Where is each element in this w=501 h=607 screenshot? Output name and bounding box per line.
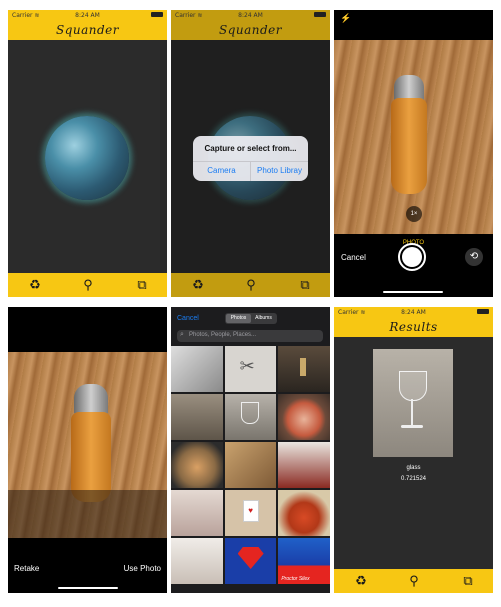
camera-viewfinder	[334, 40, 493, 234]
segment-albums[interactable]: Albums	[251, 314, 276, 323]
photo-thumb[interactable]	[171, 442, 223, 488]
photo-thumb[interactable]: ✂	[224, 346, 277, 392]
recycle-icon[interactable]: ♻	[188, 277, 208, 293]
app-title: Squander	[55, 23, 120, 37]
segmented-control: Photos Albums	[225, 313, 277, 324]
photo-grid: ✂ ♥ Proctor Silex	[171, 346, 330, 584]
result-photo	[373, 349, 453, 457]
screen-source-alert: Carrier ≋ 8:24 AM Squander Capture or se…	[171, 10, 330, 297]
switch-camera-icon[interactable]: ⟲	[465, 248, 483, 266]
photo-thumb[interactable]	[278, 394, 330, 440]
search-tab-icon[interactable]: ⚲	[404, 573, 424, 589]
result-label: glass	[406, 465, 421, 471]
photo-thumb[interactable]	[171, 490, 223, 536]
status-time: 8:24 AM	[401, 309, 426, 316]
use-photo-button[interactable]: Use Photo	[124, 564, 161, 573]
battery-icon	[151, 12, 163, 17]
status-time: 8:24 AM	[75, 12, 100, 19]
flash-icon[interactable]: ⚡	[340, 13, 351, 24]
photo-preview-image	[8, 352, 167, 538]
nav-bar: Carrier ≋ 8:24 AM Squander	[171, 10, 330, 40]
globe-image	[45, 116, 129, 200]
bottle-body	[71, 412, 111, 502]
photo-thumb[interactable]	[171, 394, 223, 440]
thumb-caption: Proctor Silex	[281, 576, 310, 582]
search-icon: ⌕	[180, 331, 184, 338]
picker-search-field[interactable]: ⌕ Photos, People, Places...	[177, 330, 323, 342]
battery-icon	[314, 12, 326, 17]
screen-photo-picker: Cancel Photos Albums ⌕ Photos, People, P…	[171, 307, 330, 593]
status-bar: Carrier ≋ 8:24 AM	[334, 307, 493, 317]
tab-bar: ♻ ⚲ ⧉	[334, 569, 493, 593]
photo-thumb[interactable]	[278, 442, 330, 488]
glass-base	[401, 425, 423, 428]
picker-cancel-button[interactable]: Cancel	[177, 315, 199, 322]
cancel-button[interactable]: Cancel	[341, 253, 366, 262]
shadow-overlay	[8, 490, 167, 538]
glass-bowl	[399, 371, 427, 401]
source-alert: Capture or select from... Camera Photo L…	[193, 136, 308, 181]
tab-bar: ♻ ⚲ ⧉	[171, 273, 330, 297]
photo-library-button[interactable]: Photo Libray	[251, 161, 308, 181]
screen-home: Carrier ≋ 8:24 AM Squander ♻ ⚲ ⧉	[8, 10, 167, 297]
photo-thumb[interactable]: Proctor Silex	[278, 538, 330, 584]
recycle-icon[interactable]: ♻	[351, 573, 371, 589]
nav-bar: Carrier ≋ 8:24 AM Results	[334, 307, 493, 337]
screen-camera: ⚡ 1× PHOTO Cancel ⟲	[334, 10, 493, 297]
status-time: 8:24 AM	[238, 12, 263, 19]
search-tab-icon[interactable]: ⚲	[78, 277, 98, 293]
retake-button[interactable]: Retake	[14, 564, 39, 573]
zoom-button[interactable]: 1×	[406, 206, 422, 222]
home-indicator	[383, 291, 443, 293]
bottle-cap	[74, 384, 108, 414]
photo-thumb[interactable]	[224, 442, 277, 488]
screen-results: Carrier ≋ 8:24 AM Results glass 0.721524…	[334, 307, 493, 593]
status-bar: Carrier ≋ 8:24 AM	[171, 10, 330, 20]
photo-thumb[interactable]	[171, 538, 223, 584]
photo-thumb[interactable]	[224, 538, 277, 584]
alert-message: Capture or select from...	[204, 144, 297, 153]
results-title: Results	[389, 320, 438, 334]
photo-thumb[interactable]	[278, 346, 330, 392]
tab-bar: ♻ ⚲ ⧉	[8, 273, 167, 297]
glass-stem	[411, 399, 413, 425]
camera-button[interactable]: Camera	[193, 161, 250, 181]
search-placeholder: Photos, People, Places...	[189, 332, 257, 338]
home-indicator	[58, 587, 118, 589]
photo-thumb[interactable]	[278, 490, 330, 536]
recycle-icon[interactable]: ♻	[25, 277, 45, 293]
segment-photos[interactable]: Photos	[226, 314, 251, 323]
shutter-button[interactable]	[398, 243, 426, 271]
categories-icon[interactable]: ⧉	[458, 573, 478, 589]
photo-thumb[interactable]	[224, 394, 277, 440]
battery-icon	[477, 309, 489, 314]
photo-thumb[interactable]: ♥	[224, 490, 277, 536]
photo-thumb[interactable]	[171, 346, 223, 392]
result-score: 0.721524	[400, 476, 427, 482]
screen-photo-preview: Retake Use Photo	[8, 307, 167, 593]
categories-icon[interactable]: ⧉	[132, 277, 152, 293]
categories-icon[interactable]: ⧉	[295, 277, 315, 293]
search-tab-icon[interactable]: ⚲	[241, 277, 261, 293]
app-title: Squander	[218, 23, 283, 37]
bottle-body	[391, 98, 427, 194]
nav-bar: Carrier ≋ 8:24 AM Squander	[8, 10, 167, 40]
status-bar: Carrier ≋ 8:24 AM	[8, 10, 167, 20]
